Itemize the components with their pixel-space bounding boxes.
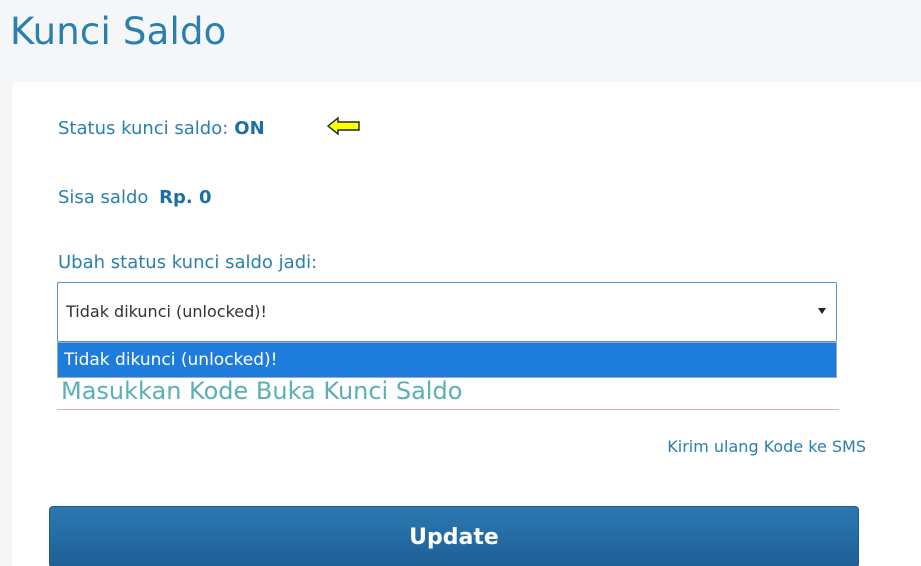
change-status-label: Ubah status kunci saldo jadi: <box>58 252 318 273</box>
caret-down-icon <box>818 308 826 314</box>
balance-label: Sisa saldo <box>58 187 149 208</box>
left-arrow-icon <box>326 116 360 136</box>
dropdown-option-unlocked[interactable]: Tidak dikunci (unlocked)! <box>58 343 836 377</box>
resend-code-sms-link[interactable]: Kirim ulang Kode ke SMS <box>667 437 866 456</box>
balance-line: Sisa saldo Rp. 0 <box>58 187 212 208</box>
page-title: Kunci Saldo <box>10 10 227 53</box>
header-band: Kunci Saldo <box>0 0 921 82</box>
select-dropdown-list: Tidak dikunci (unlocked)! <box>57 342 837 378</box>
lock-status-label: Status kunci saldo: <box>58 118 229 139</box>
select-selected-value: Tidak dikunci (unlocked)! <box>66 302 267 321</box>
lock-status-value: ON <box>234 118 265 139</box>
update-button[interactable]: Update <box>49 506 859 566</box>
lock-status-select[interactable]: Tidak dikunci (unlocked)! <box>57 282 837 342</box>
page: Kunci Saldo Status kunci saldo: ON Sisa … <box>0 0 921 566</box>
balance-value: Rp. 0 <box>159 187 212 208</box>
lock-status-line: Status kunci saldo: ON <box>58 118 265 139</box>
